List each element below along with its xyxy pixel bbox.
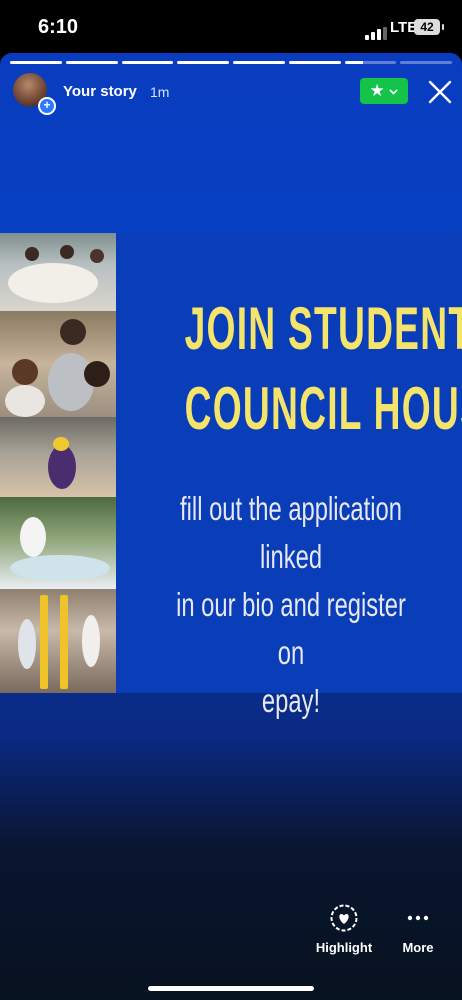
status-time: 6:10 — [38, 16, 79, 38]
progress-segment — [10, 61, 62, 64]
more-dots-icon — [407, 915, 429, 921]
collage-photo-gym — [0, 417, 116, 497]
story-username[interactable]: Your story — [63, 83, 137, 100]
star-icon: ★ — [369, 81, 385, 100]
status-bar: 6:10 LTE 42 — [0, 0, 462, 56]
progress-segment — [177, 61, 229, 64]
progress-segment-current — [344, 61, 397, 64]
close-icon — [428, 80, 452, 104]
progress-segment — [65, 61, 118, 64]
story-progress — [10, 61, 452, 64]
story-content: JOIN STUDENT COUNCIL HOUSE fill out the … — [0, 233, 462, 719]
story-headline: JOIN STUDENT COUNCIL HOUSE — [184, 289, 462, 449]
headline-line: COUNCIL HOUSE — [184, 375, 462, 442]
story-body-text: fill out the application linked in our b… — [172, 485, 410, 725]
home-indicator[interactable] — [148, 986, 314, 991]
close-friends-button[interactable]: ★ — [360, 78, 408, 104]
collage-photo-friends — [0, 311, 116, 417]
signal-icon — [365, 22, 389, 40]
heart-highlight-icon — [330, 904, 358, 932]
highlight-button[interactable]: Highlight — [312, 903, 376, 955]
collage-photo-table — [0, 233, 116, 311]
more-button[interactable]: More — [390, 903, 446, 955]
body-line: fill out the application linked — [180, 490, 402, 575]
highlight-label: Highlight — [315, 940, 373, 955]
body-line: epay! — [261, 682, 321, 719]
headline-line: JOIN STUDENT — [184, 295, 462, 362]
chevron-down-icon — [389, 88, 399, 95]
add-story-icon[interactable]: + — [38, 97, 56, 115]
progress-segment — [121, 61, 174, 64]
progress-segment — [400, 61, 452, 64]
photo-collage — [0, 233, 116, 693]
body-line: in our bio and register on — [176, 586, 406, 671]
progress-segment — [288, 61, 341, 64]
close-button[interactable] — [427, 79, 453, 105]
story-time: 1m — [150, 84, 170, 100]
battery-icon: 42 — [414, 19, 444, 35]
progress-segment — [233, 61, 285, 64]
collage-photo-bakesale — [0, 497, 116, 589]
collage-photo-ladder — [0, 589, 116, 693]
more-label: More — [402, 940, 434, 955]
story-viewer[interactable]: + Your story 1m ★ JOIN STUDENT COUNCIL H… — [0, 53, 462, 1000]
